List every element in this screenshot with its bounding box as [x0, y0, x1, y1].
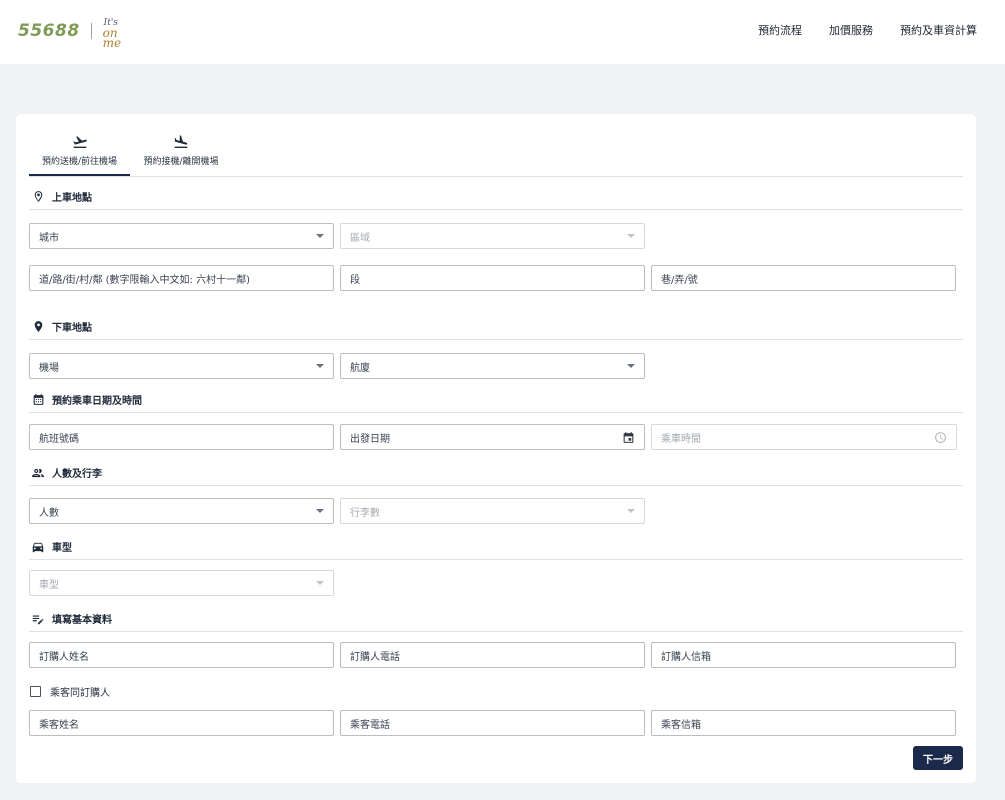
- booking-form-card: 預約送機/前往機場 預約接機/離開機場 上車地點 城市 區域 道/路/街/村/鄰…: [16, 114, 976, 783]
- trip-type-tabs: 預約送機/前往機場 預約接機/離開機場: [29, 134, 963, 177]
- logo-divider: [90, 23, 92, 39]
- lane-number-input[interactable]: 巷/弄/號: [651, 265, 956, 291]
- logo-tagline: It's on me: [103, 18, 139, 49]
- main-nav: 預約流程 加價服務 預約及車資計算: [758, 22, 977, 38]
- chevron-down-icon: [627, 509, 635, 513]
- departure-date-input[interactable]: 出發日期: [340, 424, 645, 450]
- section-dropoff-location: 下車地點: [29, 314, 963, 340]
- section-title: 填寫基本資料: [52, 615, 112, 626]
- departure-date-placeholder: 出發日期: [350, 433, 390, 445]
- nav-fare-calculator[interactable]: 預約及車資計算: [900, 22, 977, 38]
- tagline-main: on me: [102, 26, 122, 50]
- section-pickup-location: 上車地點: [29, 184, 963, 210]
- people-count-value: 人數: [39, 507, 59, 519]
- section-title: 車型: [52, 543, 72, 554]
- chevron-down-icon: [316, 234, 324, 238]
- buyer-phone-input[interactable]: 訂購人電話: [340, 642, 645, 668]
- terminal-select[interactable]: 航廈: [340, 353, 645, 379]
- buyer-email-placeholder: 訂購人信箱: [661, 651, 711, 663]
- passenger-phone-placeholder: 乘客電話: [350, 719, 390, 731]
- people-count-select[interactable]: 人數: [29, 498, 334, 524]
- passenger-email-input[interactable]: 乘客信箱: [651, 710, 956, 736]
- car-type-select[interactable]: 車型: [29, 570, 334, 596]
- nav-extra-services[interactable]: 加價服務: [829, 22, 873, 38]
- location-pin-outline-icon: [31, 190, 45, 204]
- tab-airport-dropoff-label: 預約送機/前往機場: [41, 157, 118, 167]
- flight-number-placeholder: 航班號碼: [39, 433, 79, 445]
- section-number-placeholder: 段: [350, 274, 360, 286]
- section-number-input[interactable]: 段: [340, 265, 645, 291]
- passenger-name-placeholder: 乘客姓名: [39, 719, 79, 731]
- car-icon: [31, 540, 45, 554]
- street-input[interactable]: 道/路/街/村/鄰 (數字限輸入中文如: 六村十一鄰): [29, 265, 334, 291]
- brand-logo[interactable]: 55688 It's on me: [18, 18, 139, 49]
- car-type-value: 車型: [39, 579, 59, 591]
- location-pin-icon: [31, 320, 45, 334]
- ride-time-placeholder: 乘車時間: [661, 433, 701, 445]
- nav-booking-process[interactable]: 預約流程: [758, 22, 802, 38]
- luggage-count-value: 行李數: [350, 507, 380, 519]
- section-basic-info: 填寫基本資料: [29, 606, 963, 632]
- terminal-select-value: 航廈: [350, 362, 370, 374]
- city-select-value: 城市: [39, 232, 59, 244]
- section-title: 上車地點: [52, 193, 92, 204]
- people-icon: [31, 466, 45, 480]
- tab-airport-pickup-label: 預約接機/離開機場: [143, 157, 219, 167]
- airport-select[interactable]: 機場: [29, 353, 334, 379]
- passenger-phone-input[interactable]: 乘客電話: [340, 710, 645, 736]
- luggage-count-select[interactable]: 行李數: [340, 498, 645, 524]
- city-select[interactable]: 城市: [29, 223, 334, 249]
- calendar-picker-icon[interactable]: [621, 430, 635, 444]
- top-bar: 55688 It's on me 預約流程 加價服務 預約及車資計算: [0, 0, 1005, 64]
- ride-time-input[interactable]: 乘車時間: [651, 424, 957, 450]
- plane-landing-icon: [174, 135, 188, 148]
- buyer-phone-placeholder: 訂購人電話: [350, 651, 400, 663]
- tab-airport-pickup[interactable]: 預約接機/離開機場: [130, 134, 232, 176]
- passenger-name-input[interactable]: 乘客姓名: [29, 710, 334, 736]
- district-select[interactable]: 區域: [340, 223, 645, 249]
- checkbox-box[interactable]: [30, 686, 41, 697]
- street-input-placeholder: 道/路/街/村/鄰 (數字限輸入中文如: 六村十一鄰): [39, 274, 251, 286]
- section-car-type: 車型: [29, 534, 963, 560]
- clock-icon: [933, 430, 947, 444]
- checkbox-label: 乘客同訂購人: [50, 688, 110, 699]
- buyer-name-input[interactable]: 訂購人姓名: [29, 642, 334, 668]
- plane-takeoff-icon: [72, 136, 87, 148]
- lane-number-placeholder: 巷/弄/號: [661, 274, 698, 286]
- chevron-down-icon: [316, 364, 324, 368]
- tab-airport-dropoff[interactable]: 預約送機/前往機場: [29, 134, 130, 176]
- buyer-email-input[interactable]: 訂購人信箱: [651, 642, 956, 668]
- chevron-down-icon: [316, 581, 324, 585]
- section-title: 預約乘車日期及時間: [52, 396, 142, 407]
- next-step-button[interactable]: 下一步: [913, 746, 963, 770]
- section-datetime: 預約乘車日期及時間: [29, 387, 963, 413]
- section-title: 下車地點: [52, 323, 92, 334]
- logo-text: 55688: [18, 21, 80, 41]
- same-as-buyer-checkbox[interactable]: 乘客同訂購人: [30, 684, 110, 699]
- section-passengers: 人數及行李: [29, 460, 963, 486]
- edit-note-icon: [31, 612, 45, 626]
- chevron-down-icon: [627, 364, 635, 368]
- district-select-value: 區域: [350, 232, 370, 244]
- chevron-down-icon: [627, 234, 635, 238]
- calendar-icon: [31, 393, 45, 407]
- buyer-name-placeholder: 訂購人姓名: [39, 651, 89, 663]
- flight-number-input[interactable]: 航班號碼: [29, 424, 334, 450]
- section-title: 人數及行李: [52, 469, 102, 480]
- passenger-email-placeholder: 乘客信箱: [661, 719, 701, 731]
- airport-select-value: 機場: [39, 362, 59, 374]
- chevron-down-icon: [316, 509, 324, 513]
